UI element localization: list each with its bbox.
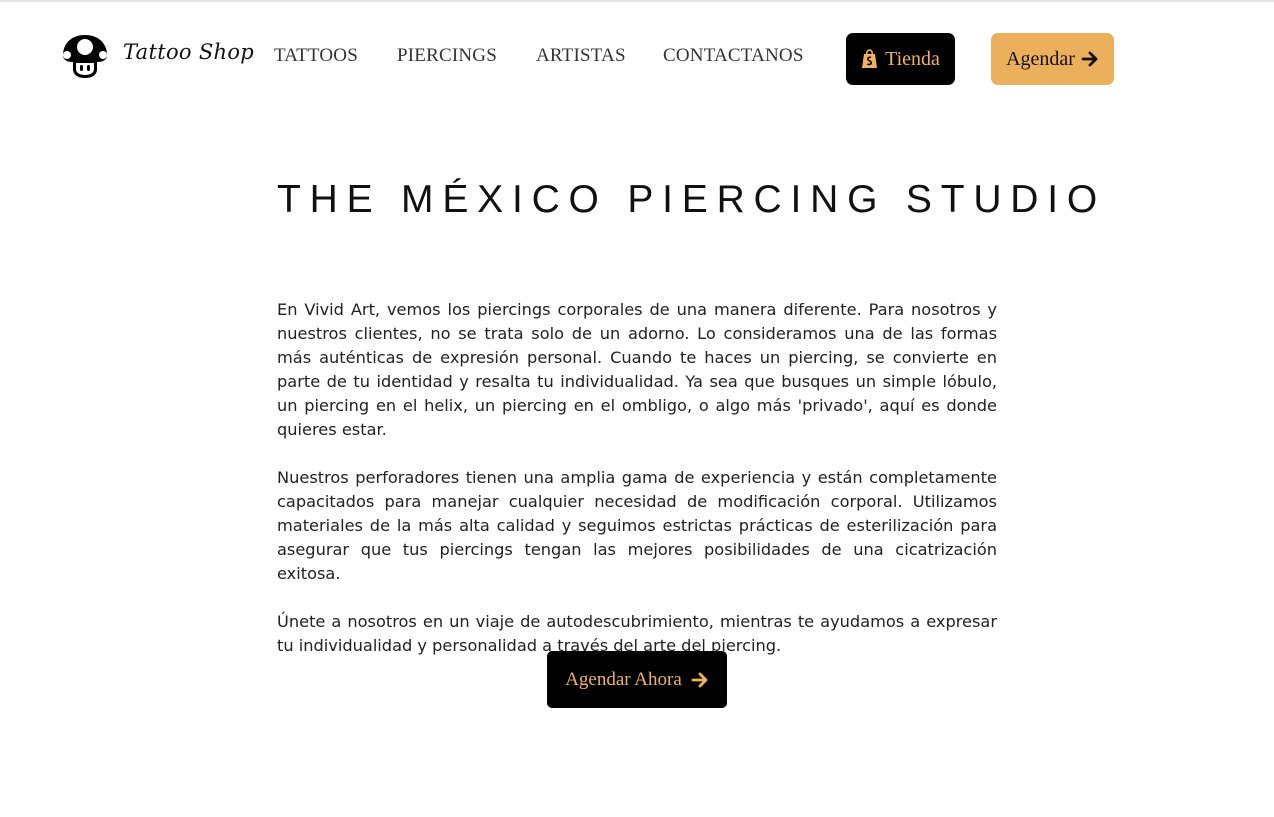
book-button[interactable]: Agendar: [991, 33, 1114, 85]
page-title: THE MÉXICO PIERCING STUDIO: [277, 178, 1107, 221]
intro-paragraph: En Vivid Art, vemos los piercings corpor…: [277, 300, 997, 439]
mushroom-logo-icon[interactable]: [61, 33, 109, 79]
team-paragraph: Nuestros perforadores tienen una amplia …: [277, 468, 997, 583]
shopping-bag-icon: [862, 49, 878, 68]
arrow-right-icon: [691, 672, 708, 687]
nav-piercings[interactable]: PIERCINGS: [397, 45, 497, 67]
intro-section: En Vivid Art, vemos los piercings corpor…: [277, 298, 997, 682]
book-button-label: Agendar: [1006, 47, 1075, 70]
brand-name[interactable]: Tattoo Shop: [123, 40, 254, 64]
book-now-button[interactable]: Agendar Ahora: [547, 651, 727, 708]
store-button[interactable]: Tienda: [846, 33, 955, 85]
site-header: Tattoo Shop TATTOOS PIERCINGS ARTISTAS C…: [0, 0, 1274, 110]
book-now-label: Agendar Ahora: [565, 668, 682, 690]
store-button-label: Tienda: [885, 47, 940, 70]
nav-contactanos[interactable]: CONTACTANOS: [663, 45, 804, 67]
nav-tattoos[interactable]: TATTOOS: [274, 45, 358, 67]
arrow-right-icon: [1081, 51, 1098, 67]
nav-artistas[interactable]: ARTISTAS: [536, 45, 626, 67]
